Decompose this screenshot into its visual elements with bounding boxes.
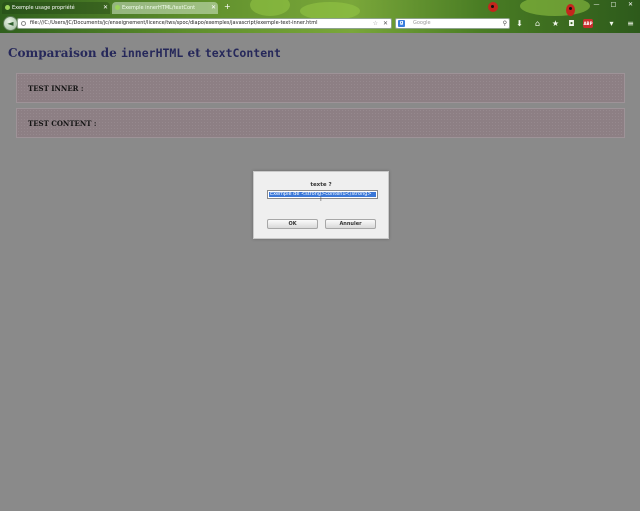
- adblock-icon[interactable]: ABP: [583, 19, 593, 28]
- ok-button[interactable]: OK: [267, 219, 318, 229]
- test-content-box: TEST CONTENT :: [16, 108, 625, 138]
- background-leaf: [520, 0, 590, 16]
- download-icon[interactable]: ⬇: [514, 18, 525, 29]
- title-text: Comparaison de: [8, 46, 121, 60]
- reload-icon[interactable]: ✕: [383, 19, 388, 28]
- title-text: et: [183, 46, 205, 60]
- maximize-button[interactable]: □: [605, 0, 622, 9]
- cancel-button[interactable]: Annuler: [325, 219, 376, 229]
- test-inner-label: TEST INNER :: [28, 84, 84, 93]
- tab-close-icon[interactable]: ✕: [211, 2, 216, 14]
- url-text: file:///C:/Users/JC/Documents/jc/enseign…: [30, 20, 318, 26]
- ladybug-decoration: [488, 2, 498, 12]
- minimize-button[interactable]: —: [588, 0, 605, 9]
- tab-inactive[interactable]: Exemple usage propriété ✕: [2, 2, 110, 14]
- bookmark-star-icon[interactable]: ★: [550, 18, 561, 29]
- tab-favicon: [5, 5, 10, 10]
- search-icon[interactable]: ⚲: [503, 19, 507, 28]
- page-title: Comparaison de innerHTML et textContent: [8, 46, 281, 60]
- globe-icon: [21, 21, 26, 26]
- bookmark-star-icon[interactable]: ☆: [373, 19, 378, 28]
- lock-icon[interactable]: ◘: [566, 18, 577, 29]
- search-input[interactable]: g Google ⚲: [395, 18, 510, 29]
- text-cursor-icon: I: [320, 196, 322, 203]
- new-tab-button[interactable]: +: [224, 2, 231, 12]
- menu-icon[interactable]: ≡: [625, 18, 636, 29]
- close-window-button[interactable]: ✕: [622, 0, 639, 9]
- ladybug-decoration: [566, 4, 575, 16]
- tab-favicon: [115, 5, 120, 10]
- test-inner-box: TEST INNER :: [16, 73, 625, 103]
- back-button[interactable]: ◄: [3, 16, 18, 31]
- prompt-dialog: texte ? Exemple de <strong>contenu</stro…: [253, 171, 389, 239]
- tab-label: Exemple innerHTML/textCont: [122, 5, 196, 11]
- tab-label: Exemple usage propriété: [12, 5, 75, 11]
- tab-close-icon[interactable]: ✕: [103, 2, 108, 14]
- prompt-input[interactable]: Exemple de <strong>contenu</strong>: [267, 190, 378, 199]
- background-leaf: [250, 0, 290, 16]
- address-bar[interactable]: file:///C:/Users/JC/Documents/jc/enseign…: [17, 18, 392, 29]
- addon-icon[interactable]: ▾: [606, 18, 617, 29]
- prompt-input-value: Exemple de <strong>contenu</strong>: [269, 192, 376, 197]
- title-code-inner: innerHTML: [120, 46, 184, 60]
- google-engine-icon[interactable]: g: [398, 20, 405, 27]
- search-placeholder: Google: [413, 20, 431, 26]
- prompt-message: texte ?: [310, 182, 332, 188]
- home-icon[interactable]: ⌂: [532, 18, 543, 29]
- tab-active[interactable]: Exemple innerHTML/textCont ✕: [112, 2, 218, 14]
- test-content-label: TEST CONTENT :: [28, 119, 97, 128]
- browser-chrome: Exemple usage propriété ✕ Exemple innerH…: [0, 0, 640, 33]
- title-code-content: textContent: [204, 46, 281, 60]
